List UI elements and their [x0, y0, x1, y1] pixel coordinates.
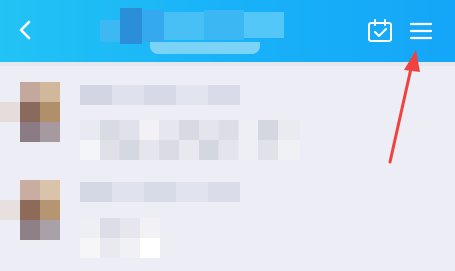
avatar	[0, 82, 60, 142]
message-preview	[80, 238, 160, 258]
hamburger-menu-icon	[409, 22, 433, 40]
contact-name	[80, 182, 240, 202]
message-preview	[80, 218, 160, 238]
annotation-arrow	[388, 50, 420, 164]
message-preview	[80, 140, 300, 160]
calendar-check-icon	[368, 19, 392, 42]
contact-name	[80, 85, 240, 105]
list-item[interactable]	[0, 180, 455, 270]
avatar	[0, 180, 60, 240]
menu-button[interactable]	[407, 17, 435, 45]
chevron-left-icon	[19, 20, 31, 40]
message-preview	[80, 120, 300, 140]
calendar-button[interactable]	[366, 17, 394, 45]
chat-title	[90, 6, 305, 58]
back-button[interactable]	[12, 16, 40, 44]
chat-screen	[0, 0, 455, 271]
